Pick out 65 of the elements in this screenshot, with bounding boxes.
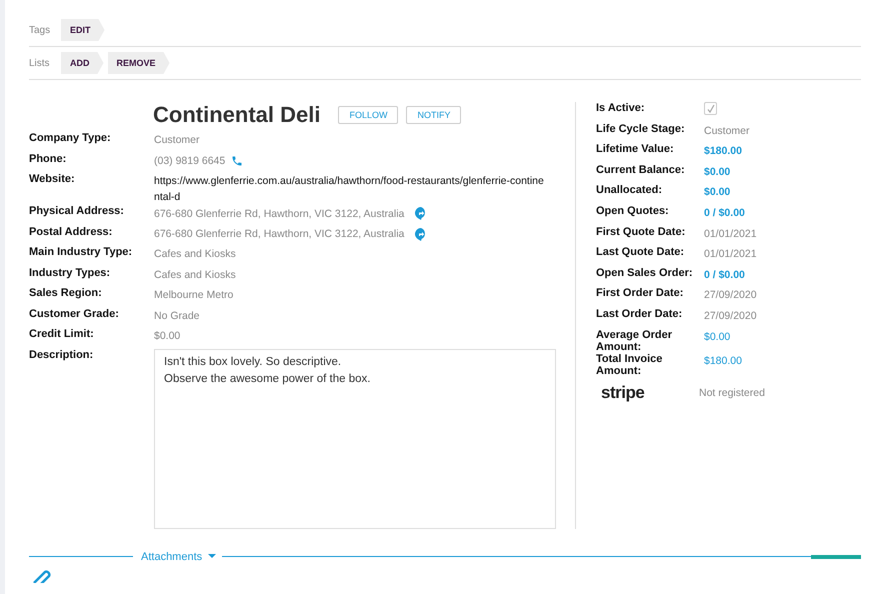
field-value: Melbourne Metro	[154, 288, 234, 301]
field-label: Customer Grade:	[29, 308, 120, 320]
field-value: (03) 9819 6645	[154, 154, 226, 166]
stripe-logo: stripe	[600, 382, 646, 403]
field-label: Phone:	[29, 152, 68, 164]
toolbar-label: Tags	[29, 24, 52, 36]
header-button[interactable]: FOLLOW	[338, 106, 398, 124]
field-value: Cafes and Kiosks	[154, 268, 236, 280]
description-text: Isn't this box lovely. So descriptive.	[164, 356, 342, 368]
description-text: Observe the awesome power of the box.	[164, 372, 372, 384]
field-value: 676-680 Glenferrie Rd, Hawthorn, VIC 3122, Australia	[154, 208, 404, 220]
summary-label: Is Active:	[596, 102, 646, 114]
summary-label: Lifetime Value:	[596, 143, 675, 156]
field-label: Website:	[29, 173, 76, 185]
field-value: Customer	[154, 133, 200, 146]
field-value: No Grade	[154, 308, 200, 322]
summary-link[interactable]: 0 / $0.00	[704, 204, 745, 219]
field-label: Main Industry Type:	[29, 246, 134, 258]
summary-value: 01/01/2021	[704, 247, 757, 260]
summary-link[interactable]: 0 / $0.00	[704, 266, 745, 281]
summary-link[interactable]: $180.00	[704, 143, 742, 158]
summary-label: Open Sales Order:	[596, 266, 694, 279]
field-label: Credit Limit:	[29, 328, 95, 340]
field-label: Postal Address:	[29, 226, 114, 238]
summary-label: Unallocated:	[596, 184, 664, 196]
summary-label: Current Balance:	[596, 164, 686, 176]
field-value: $0.00	[154, 329, 180, 342]
summary-link[interactable]: $0.00	[704, 184, 730, 198]
summary-label: Average Order Amount:	[596, 328, 674, 353]
caret-icon[interactable]	[208, 554, 216, 559]
field-label: Description:	[29, 348, 94, 360]
header-button[interactable]: NOTIFY	[406, 106, 462, 124]
summary-label: Last Order Date:	[596, 308, 684, 320]
summary-value: 27/09/2020	[704, 288, 757, 302]
field-label: Industry Types:	[29, 266, 112, 278]
tag-button[interactable]: ADD	[61, 52, 104, 74]
summary-value: Customer	[704, 124, 750, 137]
summary-value: 27/09/2020	[704, 308, 757, 322]
company-title: Continental Deli	[153, 102, 320, 128]
summary-value: 01/01/2021	[704, 226, 757, 240]
summary-link[interactable]: $0.00	[704, 164, 730, 178]
summary-label: Open Quotes:	[596, 204, 670, 217]
toolbar-label: Lists	[29, 58, 51, 68]
summary-label: Last Quote Date:	[596, 246, 686, 258]
tag-button[interactable]: EDIT	[61, 19, 105, 41]
summary-label: Life Cycle Stage:	[596, 122, 686, 135]
description-box[interactable]: Isn't this box lovely. So descriptive. Observe the awesome power of the box.	[154, 348, 556, 528]
field-label: Company Type:	[29, 132, 112, 144]
summary-amount: $180.00	[704, 354, 742, 367]
phone-icon[interactable]	[231, 154, 244, 166]
summary-label: First Quote Date:	[596, 226, 686, 238]
stripe-status: Not registered	[699, 386, 765, 399]
field-label: Physical Address:	[29, 205, 125, 217]
summary-label: Total Invoice Amount:	[596, 352, 664, 377]
field-value: Cafes and Kiosks	[154, 247, 236, 260]
directions-icon[interactable]	[415, 228, 428, 240]
summary-label: First Order Date:	[596, 287, 684, 300]
field-label: Sales Region:	[29, 287, 103, 299]
attachments-toggle[interactable]: Attachments	[139, 550, 202, 562]
directions-icon[interactable]	[415, 207, 428, 220]
website-link[interactable]: https://www.glenferrie.com.au/australia/hawthorn/food-restaurants/glenferrie-continental-d	[154, 173, 544, 205]
tag-button[interactable]: REMOVE	[108, 52, 170, 74]
summary-amount: $0.00	[704, 330, 730, 343]
field-value: 676-680 Glenferrie Rd, Hawthorn, VIC 3122, Australia	[154, 228, 404, 240]
active-checkbox[interactable]	[704, 102, 717, 115]
